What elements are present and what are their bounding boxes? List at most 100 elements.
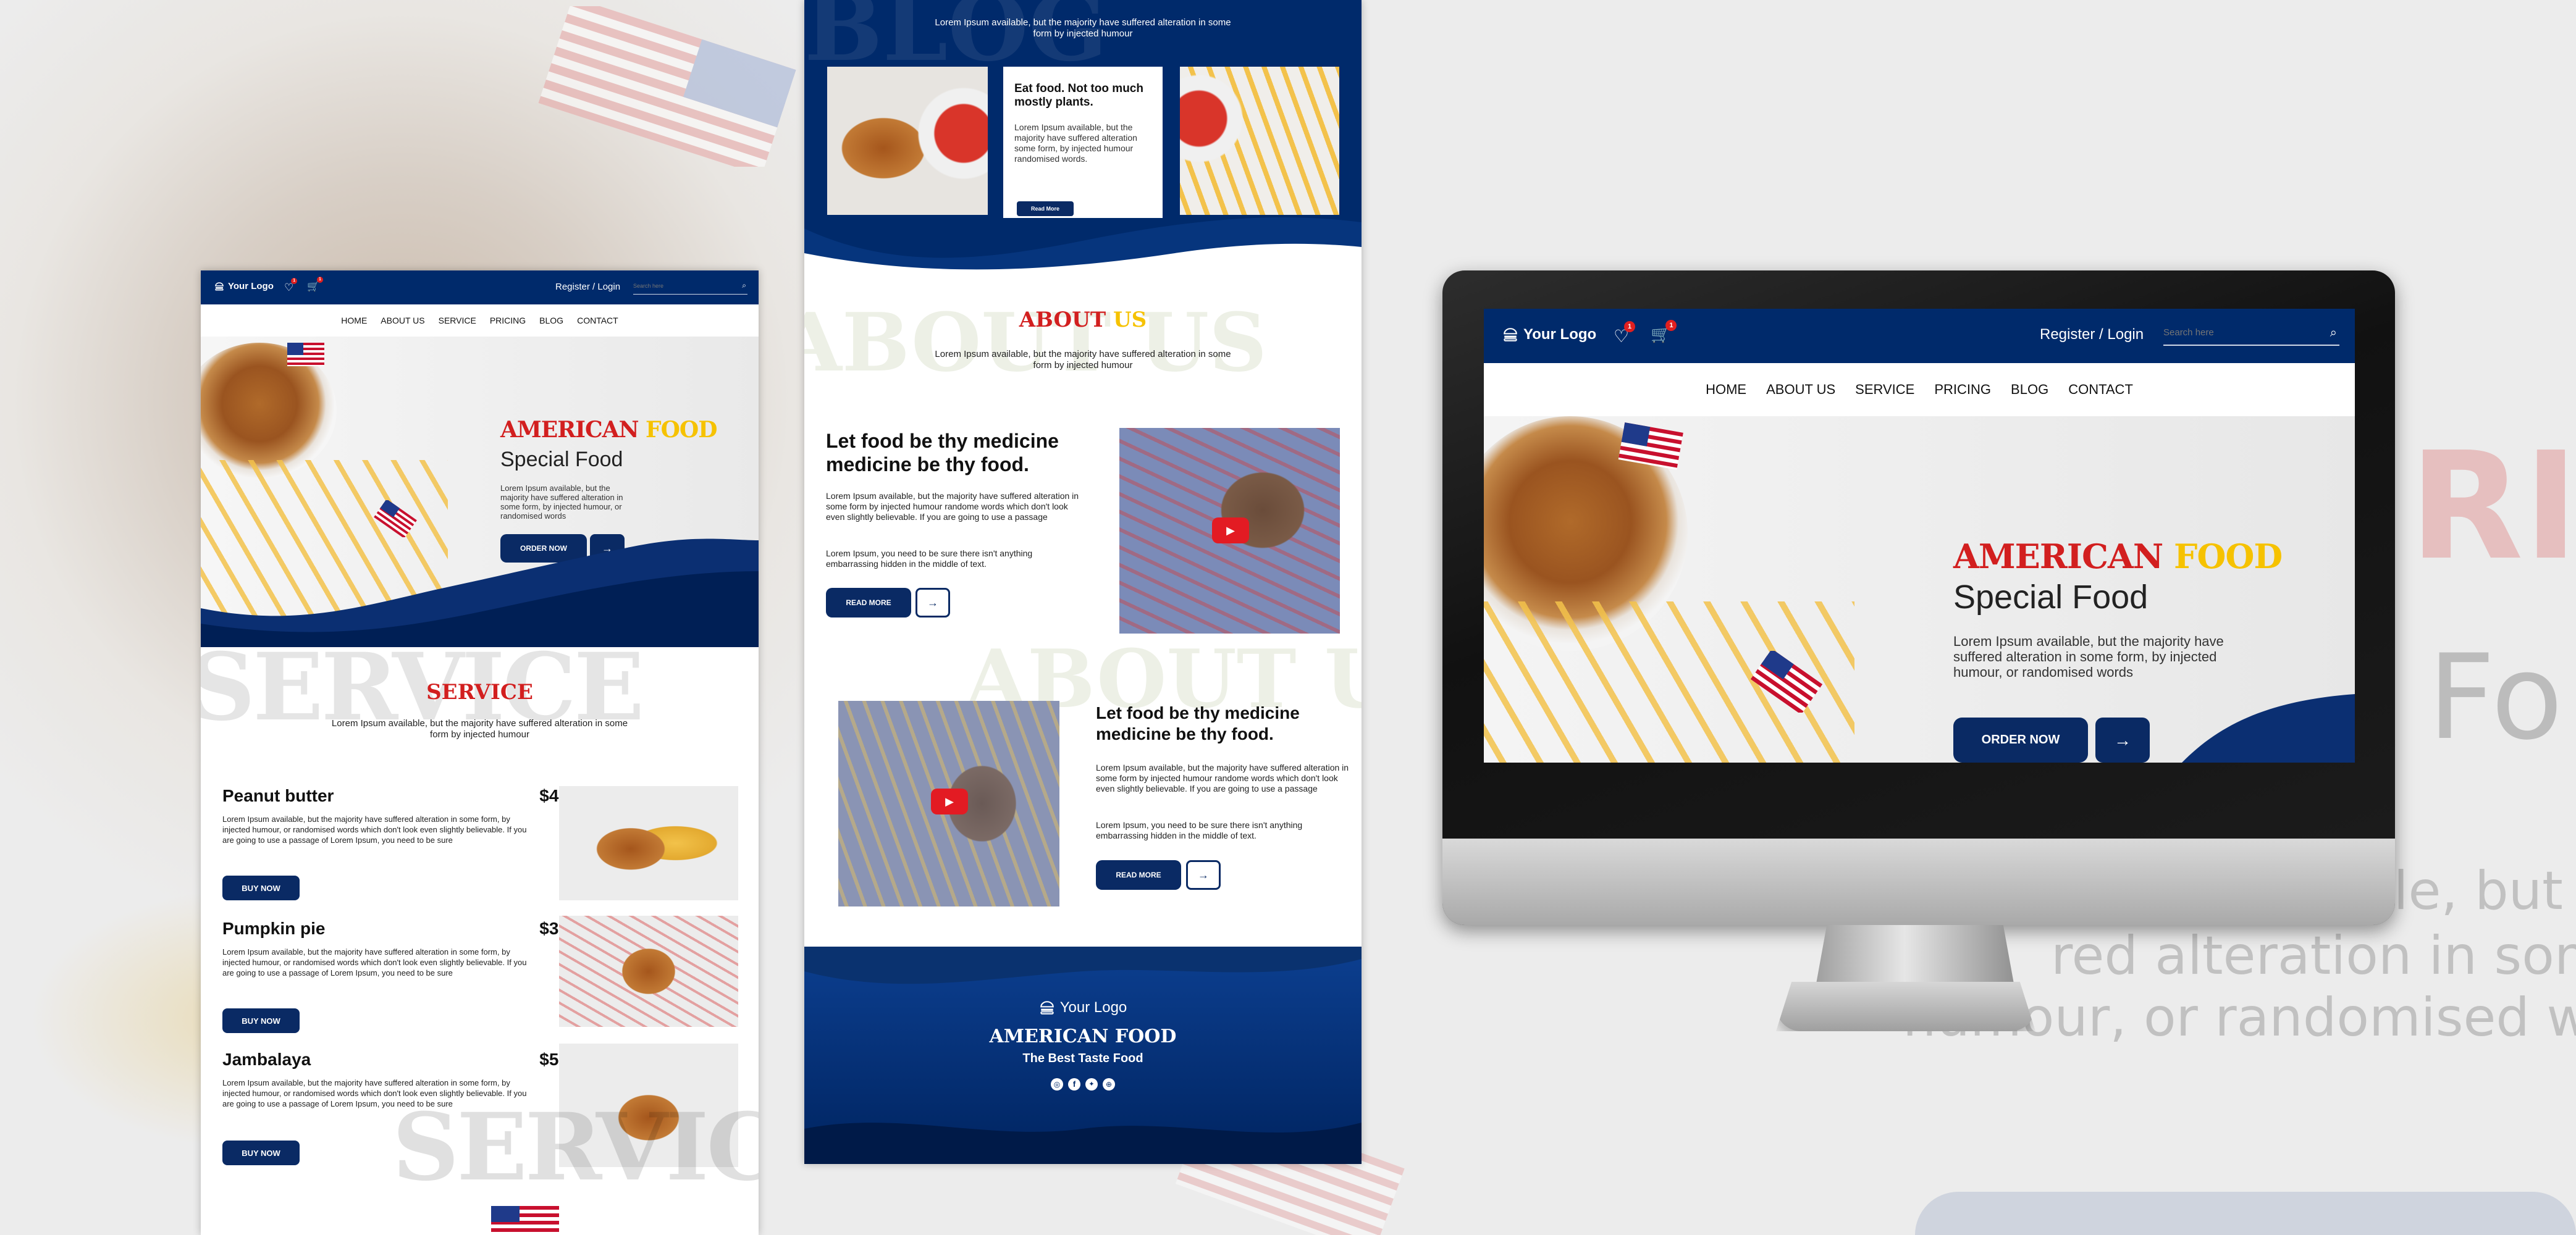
footer-wave-top (804, 947, 1362, 984)
blog-wave (804, 217, 1362, 278)
cart-badge: 1 (316, 277, 323, 283)
about-heading: ABOUT US (804, 308, 1362, 332)
hero-body: Lorem Ipsum available, but the majority … (1953, 634, 2224, 680)
dribbble-icon[interactable]: ⊕ (1103, 1078, 1115, 1091)
item-price: $50 (539, 1050, 568, 1069)
monitor-base (1776, 982, 2035, 1031)
search-icon[interactable]: ⌕ (2330, 326, 2337, 340)
hero-subtitle: Special Food (1953, 579, 2149, 616)
logo-text: Your Logo (228, 281, 274, 291)
instagram-icon[interactable]: ◎ (1051, 1078, 1063, 1091)
about-para: Lorem Ipsum, you need to be sure there i… (1096, 820, 1303, 840)
item-image (559, 916, 738, 1027)
arrow-button[interactable]: → (915, 588, 950, 618)
monitor-screen: Your Logo ♡1 🛒1 Register / Login ⌕ HOME … (1484, 309, 2355, 763)
nav-about[interactable]: ABOUT US (1766, 382, 1835, 398)
buy-now-button[interactable]: BUY NOW (222, 1008, 300, 1033)
arrow-button[interactable]: → (2095, 718, 2150, 763)
search-input[interactable] (633, 283, 732, 289)
menu-item: Jambalaya $50 Lorem Ipsum available, but… (222, 1044, 738, 1167)
hero-flag-1 (287, 343, 324, 366)
page-mockup-middle: BLOG Lorem Ipsum available, but the majo… (804, 0, 1362, 1164)
facebook-icon[interactable]: f (1068, 1078, 1080, 1091)
nav-blog[interactable]: BLOG (539, 316, 563, 325)
buy-now-button[interactable]: BUY NOW (222, 876, 300, 900)
nav-pricing[interactable]: PRICING (1934, 382, 1991, 398)
about-para: Lorem Ipsum, you need to be sure there i… (826, 548, 1033, 569)
nav-contact[interactable]: CONTACT (577, 316, 618, 325)
blog-card-body: Lorem Ipsum available, but the majority … (1014, 122, 1137, 164)
heart-icon[interactable]: ♡ 1 (284, 278, 298, 294)
item-desc: Lorem Ipsum available, but the majority … (222, 814, 527, 845)
arrow-button[interactable]: → (1186, 860, 1221, 890)
hero-section: AMERICAN FOOD Special Food Lorem Ipsum a… (201, 337, 759, 647)
about-video-thumbnail[interactable]: ▶ (1119, 428, 1340, 634)
nav-bar: HOME ABOUT US SERVICE PRICING BLOG CONTA… (1484, 363, 2355, 416)
nav-pricing[interactable]: PRICING (490, 316, 526, 325)
service-heading: SERVICE (426, 680, 533, 705)
logo-text: Your Logo (1523, 326, 1597, 343)
social-icons: ◎ f ✦ ⊕ (804, 1078, 1362, 1091)
nav-service[interactable]: SERVICE (1855, 382, 1914, 398)
top-bar: Your Logo ♡1 🛒1 Register / Login ⌕ (201, 270, 759, 304)
about-heading-yellow: US (1113, 308, 1147, 332)
blog-intro: Lorem Ipsum available, but the majority … (935, 17, 1231, 39)
search-box[interactable]: ⌕ (633, 280, 747, 295)
nav-home[interactable]: HOME (341, 316, 367, 325)
logo[interactable]: Your Logo (1502, 326, 1596, 343)
hero-title-red: AMERICAN (1953, 537, 2163, 576)
item-price: $35 (539, 919, 568, 938)
heart-badge: 1 (291, 278, 298, 284)
nav-service[interactable]: SERVICE (439, 316, 476, 325)
burger-icon (215, 282, 224, 291)
item-name: Jambalaya (222, 1050, 311, 1069)
nav-contact[interactable]: CONTACT (2068, 382, 2133, 398)
about-video-thumbnail-2[interactable]: ▶ (838, 701, 1059, 906)
service-intro: Lorem Ipsum available, but the majority … (331, 718, 628, 740)
item-desc: Lorem Ipsum available, but the majority … (222, 947, 527, 978)
cart-icon[interactable]: 🛒 1 (1651, 320, 1677, 344)
read-more-button[interactable]: READ MORE (1096, 860, 1181, 890)
top-bar: Your Logo ♡1 🛒1 Register / Login ⌕ (1484, 309, 2355, 363)
search-input[interactable] (2163, 327, 2312, 338)
hero-title-red: AMERICAN (500, 417, 639, 443)
arrow-right-icon: → (927, 596, 938, 609)
nav-bar: HOME ABOUT US SERVICE PRICING BLOG CONTA… (201, 304, 759, 337)
about-title: Let food be thy medicine medicine be thy… (826, 430, 1059, 475)
footer-logo[interactable]: Your Logo (804, 999, 1362, 1016)
menu-item: Peanut butter $45 Lorem Ipsum available,… (222, 786, 738, 903)
heart-icon[interactable]: ♡ 1 (1614, 321, 1636, 346)
register-login-link[interactable]: Register / Login (2040, 326, 2144, 343)
item-image (559, 1044, 738, 1167)
heart-badge: 1 (1624, 321, 1636, 332)
nav-about[interactable]: ABOUT US (381, 316, 424, 325)
hero-section: AMERICAN FOOD Special Food Lorem Ipsum a… (1484, 416, 2355, 763)
twitter-icon[interactable]: ✦ (1085, 1078, 1098, 1091)
monitor: Your Logo ♡1 🛒1 Register / Login ⌕ HOME … (1442, 270, 2395, 1018)
blog-section: BLOG Lorem Ipsum available, but the majo… (804, 0, 1362, 278)
cart-icon[interactable]: 🛒 1 (307, 277, 323, 293)
hero-wave (2182, 694, 2355, 763)
play-button-icon[interactable]: ▶ (1212, 517, 1249, 543)
hero-body: Lorem Ipsum available, but the majority … (500, 484, 623, 521)
blog-image-fries (1180, 67, 1339, 215)
hero-flag-2 (1750, 651, 1823, 713)
logo[interactable]: Your Logo (214, 281, 274, 291)
menu-item: Pumpkin pie $35 Lorem Ipsum available, b… (222, 916, 738, 1036)
read-more-button[interactable]: READ MORE (826, 588, 911, 618)
play-button-icon[interactable]: ▶ (931, 789, 968, 814)
footer: Your Logo AMERICAN FOOD The Best Taste F… (804, 947, 1362, 1164)
buy-now-button[interactable]: BUY NOW (222, 1141, 300, 1165)
search-box[interactable]: ⌕ (2163, 321, 2339, 346)
search-icon[interactable]: ⌕ (742, 281, 746, 290)
cart-badge: 1 (1665, 320, 1677, 331)
bottom-flag (491, 1206, 559, 1235)
nav-home[interactable]: HOME (1706, 382, 1746, 398)
monitor-chin (1442, 839, 2395, 925)
nav-blog[interactable]: BLOG (2011, 382, 2048, 398)
item-price: $45 (539, 786, 568, 805)
item-desc: Lorem Ipsum available, but the majority … (222, 1078, 527, 1108)
register-login-link[interactable]: Register / Login (555, 282, 620, 292)
order-now-button[interactable]: ORDER NOW (1953, 718, 2088, 763)
blog-image-chicken (827, 67, 988, 215)
